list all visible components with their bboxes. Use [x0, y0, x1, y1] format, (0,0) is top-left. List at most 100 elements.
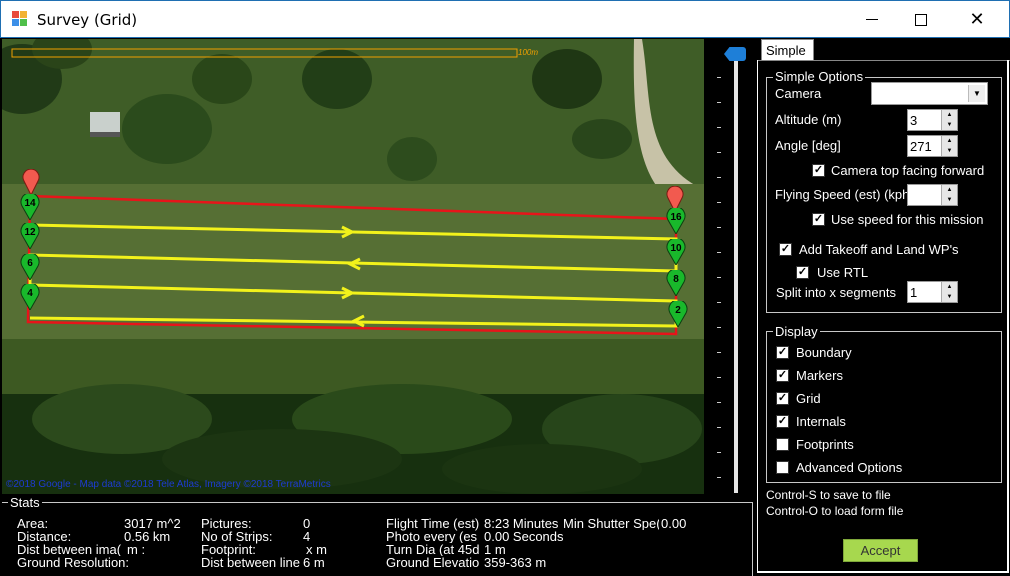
stepper-buttons[interactable]: ▲ ▼	[941, 110, 957, 130]
markers-checkbox[interactable]: ✓	[776, 369, 789, 382]
title-bar: Survey (Grid) ✕	[0, 0, 1010, 38]
zoom-tick	[717, 277, 721, 278]
distance-label: Distance:	[17, 529, 72, 544]
boundary-label: Boundary	[796, 345, 852, 360]
tab-simple[interactable]: Simple	[761, 39, 814, 61]
altitude-stepper[interactable]: 3 ▲ ▼	[907, 109, 958, 131]
grid-label: Grid	[796, 391, 821, 406]
min-shutter-label: Min Shutter Spe(	[563, 517, 659, 530]
waypoint-marker[interactable]: 10	[666, 239, 686, 265]
window-title: Survey (Grid)	[37, 11, 138, 29]
map-copyright: ©2018 Google - Map data ©2018 Tele Atlas…	[6, 479, 331, 490]
use-speed-label: Use speed for this mission	[831, 212, 984, 227]
minimize-button[interactable]	[849, 1, 895, 38]
split-stepper[interactable]: 1 ▲ ▼	[907, 281, 958, 303]
markers-label: Markers	[796, 368, 843, 383]
zoom-tick	[717, 402, 721, 403]
zoom-rail	[734, 53, 738, 493]
spin-up-icon[interactable]: ▲	[942, 110, 957, 120]
spin-up-icon[interactable]: ▲	[942, 185, 957, 195]
zoom-tick	[717, 227, 721, 228]
display-title: Display	[773, 324, 820, 339]
zoom-tick	[717, 377, 721, 378]
altitude-label: Altitude (m)	[775, 112, 842, 127]
zoom-tick	[717, 202, 721, 203]
ground-resolution-label: Ground Resolution:	[17, 555, 130, 570]
takeoff-land-label: Add Takeoff and Land WP's	[799, 242, 959, 257]
split-value: 1	[910, 285, 918, 300]
maximize-button[interactable]	[898, 1, 944, 38]
footprint-label: Footprint:	[201, 542, 256, 557]
angle-stepper[interactable]: 271 ▲ ▼	[907, 135, 958, 157]
min-shutter-value: 0.00	[661, 516, 687, 531]
waypoint-label: 12	[24, 227, 36, 238]
internals-label: Internals	[796, 414, 846, 429]
waypoint-marker[interactable]: 16	[666, 208, 686, 234]
zoom-slider[interactable]	[704, 39, 758, 494]
stepper-buttons[interactable]: ▲ ▼	[941, 136, 957, 156]
tab-strip-line	[757, 60, 1010, 61]
advanced-options-checkbox[interactable]	[776, 461, 789, 474]
accept-button[interactable]: Accept	[843, 539, 918, 562]
zoom-tick	[717, 352, 721, 353]
waypoint-label: 6	[27, 258, 33, 269]
stepper-buttons[interactable]: ▲ ▼	[941, 282, 957, 302]
zoom-tick	[717, 302, 721, 303]
camera-top-label: Camera top facing forward	[831, 163, 985, 178]
waypoint-marker[interactable]: 8	[666, 270, 686, 296]
chevron-down-icon: ▼	[968, 85, 985, 102]
use-rtl-checkbox[interactable]: ✓	[796, 266, 809, 279]
footprints-checkbox[interactable]	[776, 438, 789, 451]
scale-label: 100m	[518, 48, 539, 57]
map-view[interactable]: 14 12 6 4 16 10 8 2 100m ©2018 Google - …	[2, 39, 704, 494]
internals-checkbox[interactable]: ✓	[776, 415, 789, 428]
waypoint-label: 16	[670, 212, 682, 223]
flight-time-label: Flight Time (est)	[386, 516, 480, 531]
map-imagery	[2, 39, 704, 494]
close-icon: ✕	[969, 9, 985, 29]
waypoint-marker[interactable]: 6	[20, 254, 40, 280]
dist-images-value: m :	[127, 542, 146, 557]
waypoint-marker[interactable]: 14	[20, 194, 40, 220]
spin-up-icon[interactable]: ▲	[942, 282, 957, 292]
waypoint-label: 14	[24, 198, 36, 209]
marker-red-left[interactable]	[22, 169, 40, 195]
takeoff-land-checkbox[interactable]: ✓	[779, 243, 792, 256]
dist-lines-label: Dist between line	[201, 556, 300, 569]
footprints-label: Footprints	[796, 437, 854, 452]
waypoint-marker[interactable]: 12	[20, 223, 40, 249]
angle-value: 271	[910, 139, 932, 154]
zoom-thumb-icon[interactable]	[724, 47, 746, 61]
use-speed-checkbox[interactable]: ✓	[812, 213, 825, 226]
spin-down-icon[interactable]: ▼	[942, 146, 957, 156]
ground-elevation-label: Ground Elevatio	[386, 556, 480, 569]
flying-speed-stepper[interactable]: ▲ ▼	[907, 184, 958, 206]
stepper-buttons[interactable]: ▲ ▼	[941, 185, 957, 205]
panel-border	[757, 571, 1009, 573]
minimize-icon	[866, 19, 878, 20]
camera-select[interactable]: ▼	[871, 82, 988, 105]
load-hint: Control-O to load form file	[766, 504, 904, 518]
spin-down-icon[interactable]: ▼	[942, 120, 957, 130]
save-hint: Control-S to save to file	[766, 488, 891, 502]
waypoint-marker[interactable]: 4	[20, 284, 40, 310]
spin-up-icon[interactable]: ▲	[942, 136, 957, 146]
maximize-icon	[915, 13, 927, 26]
zoom-tick	[717, 177, 721, 178]
spin-down-icon[interactable]: ▼	[942, 195, 957, 205]
split-label: Split into x segments	[776, 285, 896, 300]
camera-top-checkbox[interactable]: ✓	[812, 164, 825, 177]
boundary-checkbox[interactable]: ✓	[776, 346, 789, 359]
waypoint-marker[interactable]: 2	[668, 301, 688, 327]
panel-border	[757, 60, 758, 572]
use-rtl-label: Use RTL	[817, 265, 869, 280]
grid-checkbox[interactable]: ✓	[776, 392, 789, 405]
spin-down-icon[interactable]: ▼	[942, 292, 957, 302]
waypoint-label: 2	[675, 305, 681, 316]
close-button[interactable]: ✕	[954, 1, 1000, 38]
zoom-tick	[717, 427, 721, 428]
zoom-tick	[717, 102, 721, 103]
zoom-tick	[717, 452, 721, 453]
dist-lines-value: 6 m	[303, 555, 325, 570]
zoom-tick	[717, 252, 721, 253]
